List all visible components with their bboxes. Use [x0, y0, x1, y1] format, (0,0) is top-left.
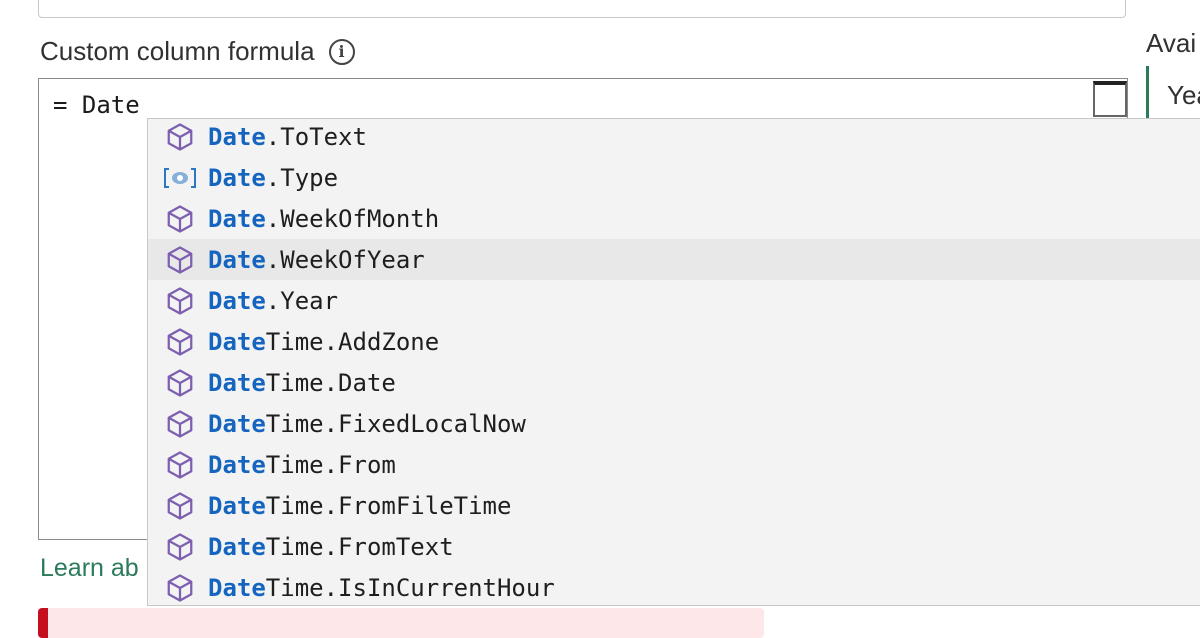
suggestion-item[interactable]: Date Time.IsInCurrentHour [148, 567, 1200, 605]
suggestion-rest-text: .ToText [265, 122, 367, 151]
formula-label-text: Custom column formula [40, 36, 315, 66]
suggestion-rest-text: Time.From [265, 450, 396, 479]
formula-editor-text[interactable]: = Date [53, 91, 140, 119]
suggestion-item[interactable]: Date .Year [148, 280, 1200, 321]
function-icon [160, 198, 200, 239]
function-icon [160, 403, 200, 444]
available-column-item[interactable]: Yea [1167, 80, 1200, 111]
function-icon [160, 567, 200, 605]
suggestion-match-text: Date [208, 573, 266, 602]
suggestion-item[interactable]: Date Time.FromFileTime [148, 485, 1200, 526]
suggestion-item[interactable]: Date .Type [148, 157, 1200, 198]
suggestion-rest-text: Time.FixedLocalNow [265, 409, 526, 438]
suggestion-match-text: Date [208, 286, 266, 315]
editor-scrollbar[interactable] [1093, 81, 1127, 117]
function-icon [160, 485, 200, 526]
suggestion-item[interactable]: Date Time.AddZone [148, 321, 1200, 362]
suggestion-match-text: Date [208, 450, 266, 479]
suggestion-rest-text: Time.AddZone [265, 327, 440, 356]
function-icon [160, 321, 200, 362]
suggestion-item[interactable]: Date Time.FromText [148, 526, 1200, 567]
function-icon [160, 444, 200, 485]
suggestion-match-text: Date [208, 245, 266, 274]
suggestion-rest-text: .WeekOfYear [265, 245, 425, 274]
suggestion-match-text: Date [208, 163, 266, 192]
suggestion-item[interactable]: Date .ToText [148, 119, 1200, 157]
error-message-bar [38, 608, 764, 638]
suggestion-rest-text: .WeekOfMonth [265, 204, 440, 233]
suggestion-rest-text: .Year [265, 286, 339, 315]
suggestion-match-text: Date [208, 409, 266, 438]
function-icon [160, 280, 200, 321]
function-icon [160, 239, 200, 280]
suggestion-item[interactable]: Date Time.FixedLocalNow [148, 403, 1200, 444]
learn-about-link[interactable]: Learn ab [40, 554, 139, 583]
suggestion-rest-text: Time.IsInCurrentHour [265, 573, 555, 602]
suggestion-match-text: Date [208, 204, 266, 233]
suggestion-item[interactable]: Date Time.Date [148, 362, 1200, 403]
suggestion-match-text: Date [208, 491, 266, 520]
function-icon [160, 362, 200, 403]
available-columns-label: Avai [1146, 28, 1197, 58]
suggestion-item[interactable]: Date .WeekOfYear [148, 239, 1200, 280]
suggestion-rest-text: Time.Date [265, 368, 396, 397]
custom-column-formula-label: Custom column formula i [40, 36, 355, 67]
available-columns-list[interactable]: Yea [1146, 66, 1200, 126]
suggestion-match-text: Date [208, 368, 266, 397]
suggestion-rest-text: Time.FromText [265, 532, 454, 561]
suggestion-match-text: Date [208, 532, 266, 561]
suggestion-match-text: Date [208, 327, 266, 356]
suggestion-item[interactable]: Date Time.From [148, 444, 1200, 485]
suggestion-rest-text: .Type [265, 163, 339, 192]
info-icon[interactable]: i [328, 38, 355, 65]
type-icon [160, 157, 200, 198]
autocomplete-suggestion-list[interactable]: Date .ToText Date .Type Date .WeekOfMonth Date… [147, 118, 1200, 606]
previous-field-input[interactable] [38, 0, 1126, 18]
function-icon [160, 526, 200, 567]
function-icon [160, 119, 200, 157]
suggestion-match-text: Date [208, 122, 266, 151]
suggestion-item[interactable]: Date .WeekOfMonth [148, 198, 1200, 239]
suggestion-rest-text: Time.FromFileTime [265, 491, 512, 520]
